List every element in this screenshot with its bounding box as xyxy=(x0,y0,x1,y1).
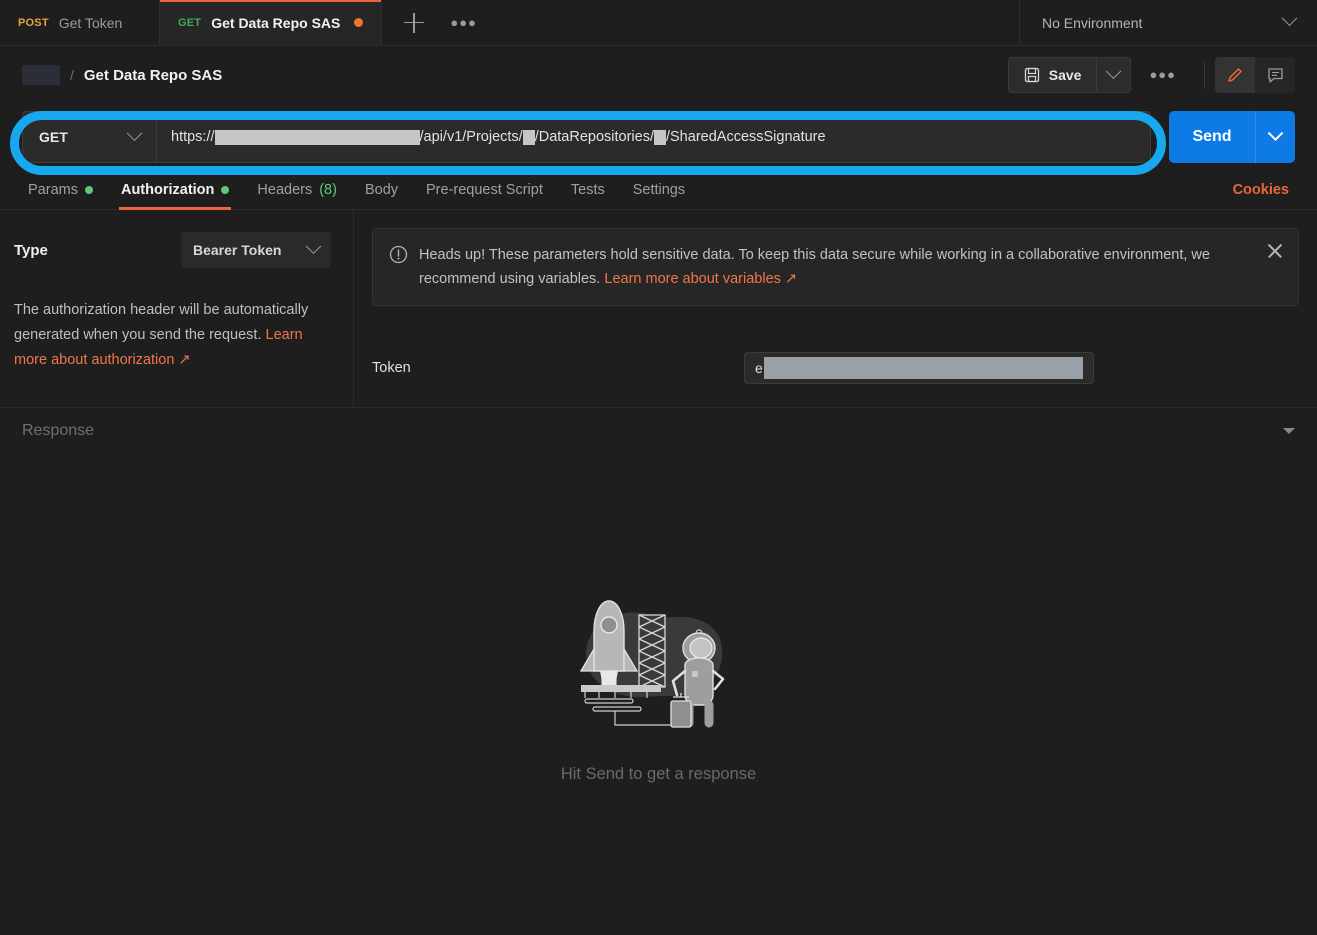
ellipsis-icon[interactable]: ●●● xyxy=(450,16,477,29)
auth-description: The authorization header will be automat… xyxy=(14,298,331,373)
send-button[interactable]: Send xyxy=(1169,111,1255,163)
sensitive-data-banner: Heads up! These parameters hold sensitiv… xyxy=(372,228,1299,306)
tab-pre-request-script[interactable]: Pre-request Script xyxy=(412,170,557,210)
authorization-pane: Type Bearer Token The authorization head… xyxy=(0,210,1317,408)
token-redacted-block xyxy=(763,357,1083,379)
token-visible-character: e xyxy=(755,360,763,376)
status-dot xyxy=(221,185,230,194)
tab-headers[interactable]: Headers (8) xyxy=(243,170,351,210)
chevron-down-icon xyxy=(1106,62,1122,79)
banner-message: Heads up! These parameters hold sensitiv… xyxy=(419,247,1210,287)
request-more-actions-button[interactable]: ●●● xyxy=(1131,66,1194,84)
tab-settings[interactable]: Settings xyxy=(619,170,699,210)
request-section-tabs: Params Authorization Headers (8) Body Pr… xyxy=(0,170,1317,210)
banner-learn-more-link[interactable]: Learn more about variables ↗ xyxy=(604,271,797,287)
chevron-down-icon xyxy=(305,237,322,254)
breadcrumb-separator: / xyxy=(70,67,74,83)
token-input[interactable]: e xyxy=(744,352,1094,384)
tab-label: Headers xyxy=(257,181,313,198)
chevron-down-icon xyxy=(1281,10,1298,27)
tab-label: Tests xyxy=(570,181,605,198)
rocket-and-astronaut-illustration xyxy=(579,599,724,728)
response-header: Response xyxy=(0,408,1317,454)
unsaved-changes-dot xyxy=(354,18,364,27)
tab-bar: POST Get Token GET Get Data Repo SAS ●●●… xyxy=(0,0,1317,46)
auth-fields-panel: Heads up! These parameters hold sensitiv… xyxy=(354,210,1317,407)
request-tab-get-token[interactable]: POST Get Token xyxy=(0,0,160,45)
tab-label: Settings xyxy=(632,181,686,198)
save-button[interactable]: Save xyxy=(1007,57,1098,93)
request-tab-get-data-repo-sas[interactable]: GET Get Data Repo SAS xyxy=(160,0,383,45)
auth-type-value: Bearer Token xyxy=(193,242,282,258)
tab-label: Params xyxy=(28,181,78,198)
send-button-group: Send xyxy=(1169,111,1295,163)
send-options-button[interactable] xyxy=(1255,111,1295,163)
tab-params[interactable]: Params xyxy=(14,170,107,210)
headers-count-badge: (8) xyxy=(319,181,337,198)
save-options-button[interactable] xyxy=(1097,57,1132,93)
edit-mode-button[interactable] xyxy=(1215,57,1255,93)
response-empty-state: Hit Send to get a response xyxy=(0,454,1317,904)
environment-label: No Environment xyxy=(1042,14,1143,31)
url-redacted-project-id xyxy=(522,129,535,145)
url-segment-path-1: /api/v1/Projects/ xyxy=(419,129,523,145)
chevron-down-icon xyxy=(1267,124,1284,141)
token-field-row: Token e xyxy=(372,352,1299,384)
environment-selector[interactable]: No Environment xyxy=(1020,0,1317,45)
comments-button[interactable] xyxy=(1255,57,1295,93)
banner-text-block: Heads up! These parameters hold sensitiv… xyxy=(419,243,1282,291)
caret-down-icon[interactable] xyxy=(1283,428,1295,434)
tab-title: Get Data Repo SAS xyxy=(211,14,341,31)
http-method-selector[interactable]: GET xyxy=(23,112,157,162)
url-segment-path-2: /DataRepositories/ xyxy=(534,129,654,145)
response-empty-hint: Hit Send to get a response xyxy=(560,764,757,783)
tab-title: Get Token xyxy=(58,14,123,31)
tab-tests[interactable]: Tests xyxy=(557,170,619,210)
response-title: Response xyxy=(22,422,95,439)
ellipsis-icon: ●●● xyxy=(1149,67,1176,82)
tab-label: Pre-request Script xyxy=(426,181,543,198)
plus-icon[interactable] xyxy=(404,12,425,33)
send-button-label: Send xyxy=(1192,128,1232,145)
cookies-link[interactable]: Cookies xyxy=(1233,182,1303,198)
tab-body[interactable]: Body xyxy=(351,170,412,210)
view-mode-toggle-group xyxy=(1215,57,1295,93)
tab-authorization[interactable]: Authorization xyxy=(107,170,243,210)
tab-bar-actions: ●●● xyxy=(382,0,1020,45)
auth-type-row: Type Bearer Token xyxy=(14,232,331,268)
url-segment-scheme: https:// xyxy=(171,129,215,145)
collection-name-redacted[interactable] xyxy=(22,65,60,85)
url-bar[interactable]: GET https:// /api/v1/Projects/ /DataReposi… xyxy=(22,111,1151,163)
comment-icon xyxy=(1267,67,1283,83)
tab-label: Body xyxy=(364,181,399,198)
toolbar-divider xyxy=(1204,61,1205,89)
pencil-icon xyxy=(1228,68,1242,82)
auth-description-text: The authorization header will be automat… xyxy=(14,302,309,343)
breadcrumb-row: / Get Data Repo SAS Save ●●● xyxy=(0,46,1317,104)
url-redacted-host xyxy=(214,129,420,145)
tab-method-label: GET xyxy=(178,16,202,29)
warning-circle-icon xyxy=(389,245,408,264)
url-input[interactable]: https:// /api/v1/Projects/ /DataRepositori… xyxy=(157,112,1150,162)
close-icon[interactable] xyxy=(1266,242,1284,260)
save-button-label: Save xyxy=(1048,67,1082,83)
url-redacted-repo-id xyxy=(653,129,666,145)
auth-type-label: Type xyxy=(14,241,48,259)
token-label: Token xyxy=(372,360,411,376)
status-dot xyxy=(84,185,93,194)
floppy-disk-icon xyxy=(1024,67,1039,83)
url-segment-path-3: /SharedAccessSignature xyxy=(665,129,826,145)
toolbar-actions: Save ●●● xyxy=(1007,57,1295,93)
auth-type-panel: Type Bearer Token The authorization head… xyxy=(0,210,354,407)
http-method-value: GET xyxy=(39,129,68,145)
tab-label: Authorization xyxy=(120,181,215,198)
url-row: GET https:// /api/v1/Projects/ /DataReposi… xyxy=(0,104,1317,170)
chevron-down-icon xyxy=(126,124,143,141)
page-title: Get Data Repo SAS xyxy=(83,66,223,84)
auth-type-select[interactable]: Bearer Token xyxy=(181,232,331,268)
tab-method-label: POST xyxy=(18,16,49,29)
